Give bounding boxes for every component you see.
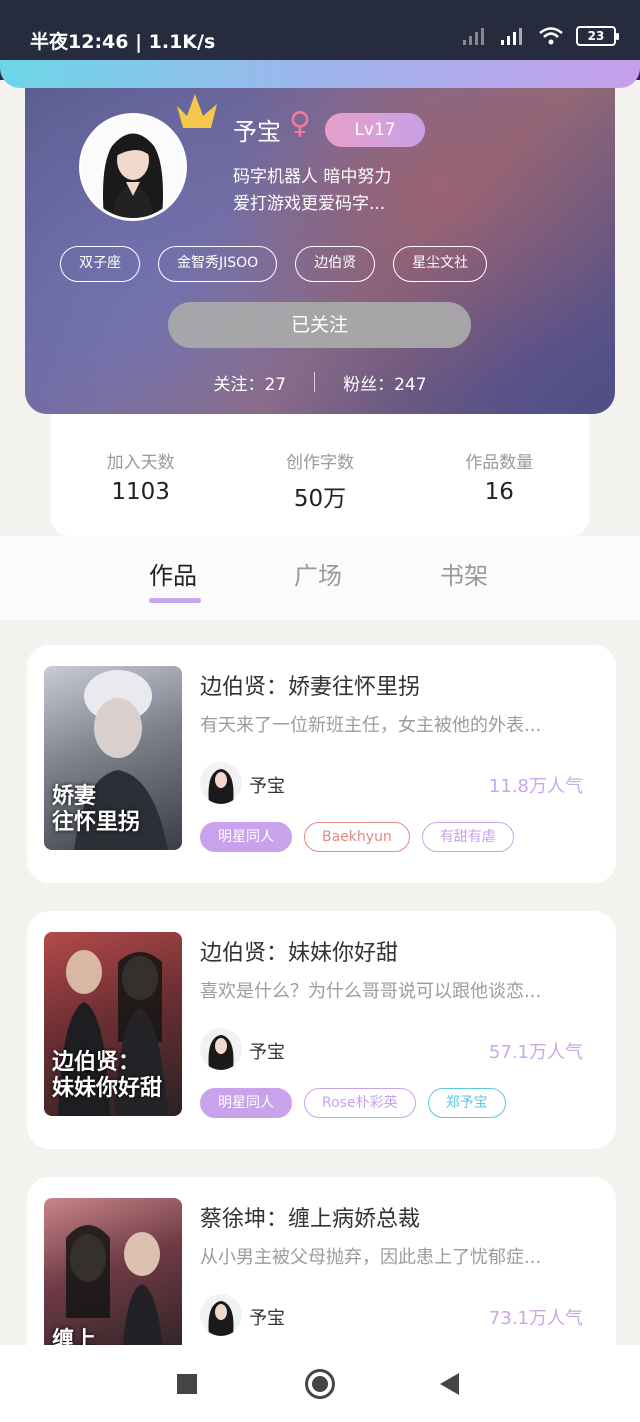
profile-card: 予宝 ♀ Lv17 码字机器人 暗中努力 爱打游戏更爱码字... 双子座 金智秀… xyxy=(25,88,615,414)
tab-bar: 作品 广场 书架 xyxy=(0,536,640,620)
stat-value: 1103 xyxy=(111,479,170,505)
recent-apps-icon[interactable] xyxy=(177,1374,197,1394)
stat-label: 加入天数 xyxy=(106,453,175,473)
author-avatar xyxy=(200,1294,242,1336)
stat-join-days: 加入天数 1103 xyxy=(51,414,230,536)
book-cover[interactable]: 边伯贤： 妹妹你好甜 xyxy=(44,932,182,1116)
profile-tag[interactable]: 金智秀JISOO xyxy=(158,246,278,282)
cover-title: 娇妻 往怀里拐 xyxy=(52,784,141,835)
profile-name: 予宝 xyxy=(233,118,281,146)
profile-tag[interactable]: 边伯贤 xyxy=(295,246,376,282)
book-tag[interactable]: 明星同人 xyxy=(200,822,292,852)
stat-label: 创作字数 xyxy=(285,453,354,473)
book-tag[interactable]: Baekhyun xyxy=(304,822,410,852)
signal-icon xyxy=(463,28,484,45)
header-gradient xyxy=(0,60,640,88)
signal-icon-2 xyxy=(501,28,522,45)
book-description: 喜欢是什么？为什么哥哥说可以跟他谈恋... xyxy=(200,981,542,1002)
stat-value: 16 xyxy=(484,479,514,505)
divider xyxy=(314,372,316,392)
book-tag[interactable]: 郑予宝 xyxy=(427,1088,506,1118)
gender-female-icon: ♀ xyxy=(289,106,311,141)
book-tags: 明星同人 Baekhyun 有甜有虐 xyxy=(200,822,514,852)
tab-bookshelf[interactable]: 书架 xyxy=(440,556,488,591)
status-icons: 23 xyxy=(462,26,619,46)
author-avatar xyxy=(200,762,242,804)
popularity-count: 73.1万人气 xyxy=(488,1308,583,1329)
book-tag[interactable]: 有甜有虐 xyxy=(421,822,514,852)
profile-avatar[interactable] xyxy=(79,113,187,221)
stat-value: 50万 xyxy=(293,486,347,512)
book-card[interactable]: 娇妻 往怀里拐 边伯贤：娇妻往怀里拐 有天来了一位新班主任，女主被他的外表...… xyxy=(27,645,616,883)
bio-line-2: 爱打游戏更爱码字... xyxy=(233,194,386,214)
book-card[interactable]: 边伯贤： 妹妹你好甜 边伯贤：妹妹你好甜 喜欢是什么？为什么哥哥说可以跟他谈恋.… xyxy=(27,911,616,1149)
system-nav-bar xyxy=(0,1345,640,1422)
follow-button[interactable]: 已关注 xyxy=(168,302,471,348)
popularity-count: 11.8万人气 xyxy=(488,776,583,797)
author-name: 予宝 xyxy=(249,776,285,797)
book-title[interactable]: 蔡徐坤：缠上病娇总裁 xyxy=(200,1201,420,1233)
book-title[interactable]: 边伯贤：娇妻往怀里拐 xyxy=(200,669,420,701)
profile-tags: 双子座 金智秀JISOO 边伯贤 星尘文社 xyxy=(60,246,488,282)
profile-tag[interactable]: 星尘文社 xyxy=(393,246,488,282)
book-description: 有天来了一位新班主任，女主被他的外表... xyxy=(200,715,542,736)
follow-stats: 关注：27 粉丝：247 xyxy=(25,370,615,395)
bio-line-1: 码字机器人 暗中努力 xyxy=(233,167,392,187)
cover-title: 边伯贤： 妹妹你好甜 xyxy=(52,1050,163,1101)
author-name: 予宝 xyxy=(249,1308,285,1329)
stat-label: 作品数量 xyxy=(465,453,534,473)
popularity-count: 57.1万人气 xyxy=(488,1042,583,1063)
book-title[interactable]: 边伯贤：妹妹你好甜 xyxy=(200,935,398,967)
profile-tag[interactable]: 双子座 xyxy=(60,246,140,282)
stat-word-count: 创作字数 50万 xyxy=(230,414,409,536)
wifi-icon xyxy=(539,27,563,45)
stat-works-count: 作品数量 16 xyxy=(410,414,589,536)
book-cover[interactable]: 缠上 xyxy=(44,1198,182,1358)
crown-icon xyxy=(177,94,217,128)
followers-count[interactable]: 粉丝：247 xyxy=(343,370,426,395)
status-time: 半夜12:46 | 1.1K/s xyxy=(30,31,216,53)
book-tag[interactable]: Rose朴彩英 xyxy=(304,1088,416,1118)
book-tags: 明星同人 Rose朴彩英 郑予宝 xyxy=(200,1088,506,1118)
level-badge: Lv17 xyxy=(325,113,425,147)
book-description: 从小男主被父母抛弃，因此患上了忧郁症... xyxy=(200,1247,542,1268)
tab-works[interactable]: 作品 xyxy=(149,556,197,591)
book-tag[interactable]: 明星同人 xyxy=(200,1088,292,1118)
author-name: 予宝 xyxy=(249,1042,285,1063)
active-tab-indicator xyxy=(149,598,201,603)
following-count[interactable]: 关注：27 xyxy=(213,370,286,395)
home-icon[interactable] xyxy=(305,1369,335,1399)
back-icon[interactable] xyxy=(440,1373,459,1395)
author-avatar xyxy=(200,1028,242,1070)
book-cover[interactable]: 娇妻 往怀里拐 xyxy=(44,666,182,850)
tab-plaza[interactable]: 广场 xyxy=(294,556,342,591)
battery-icon: 23 xyxy=(576,26,619,46)
stats-card: 加入天数 1103 创作字数 50万 作品数量 16 xyxy=(51,414,589,536)
profile-bio: 码字机器人 暗中努力 爱打游戏更爱码字... xyxy=(233,164,433,218)
